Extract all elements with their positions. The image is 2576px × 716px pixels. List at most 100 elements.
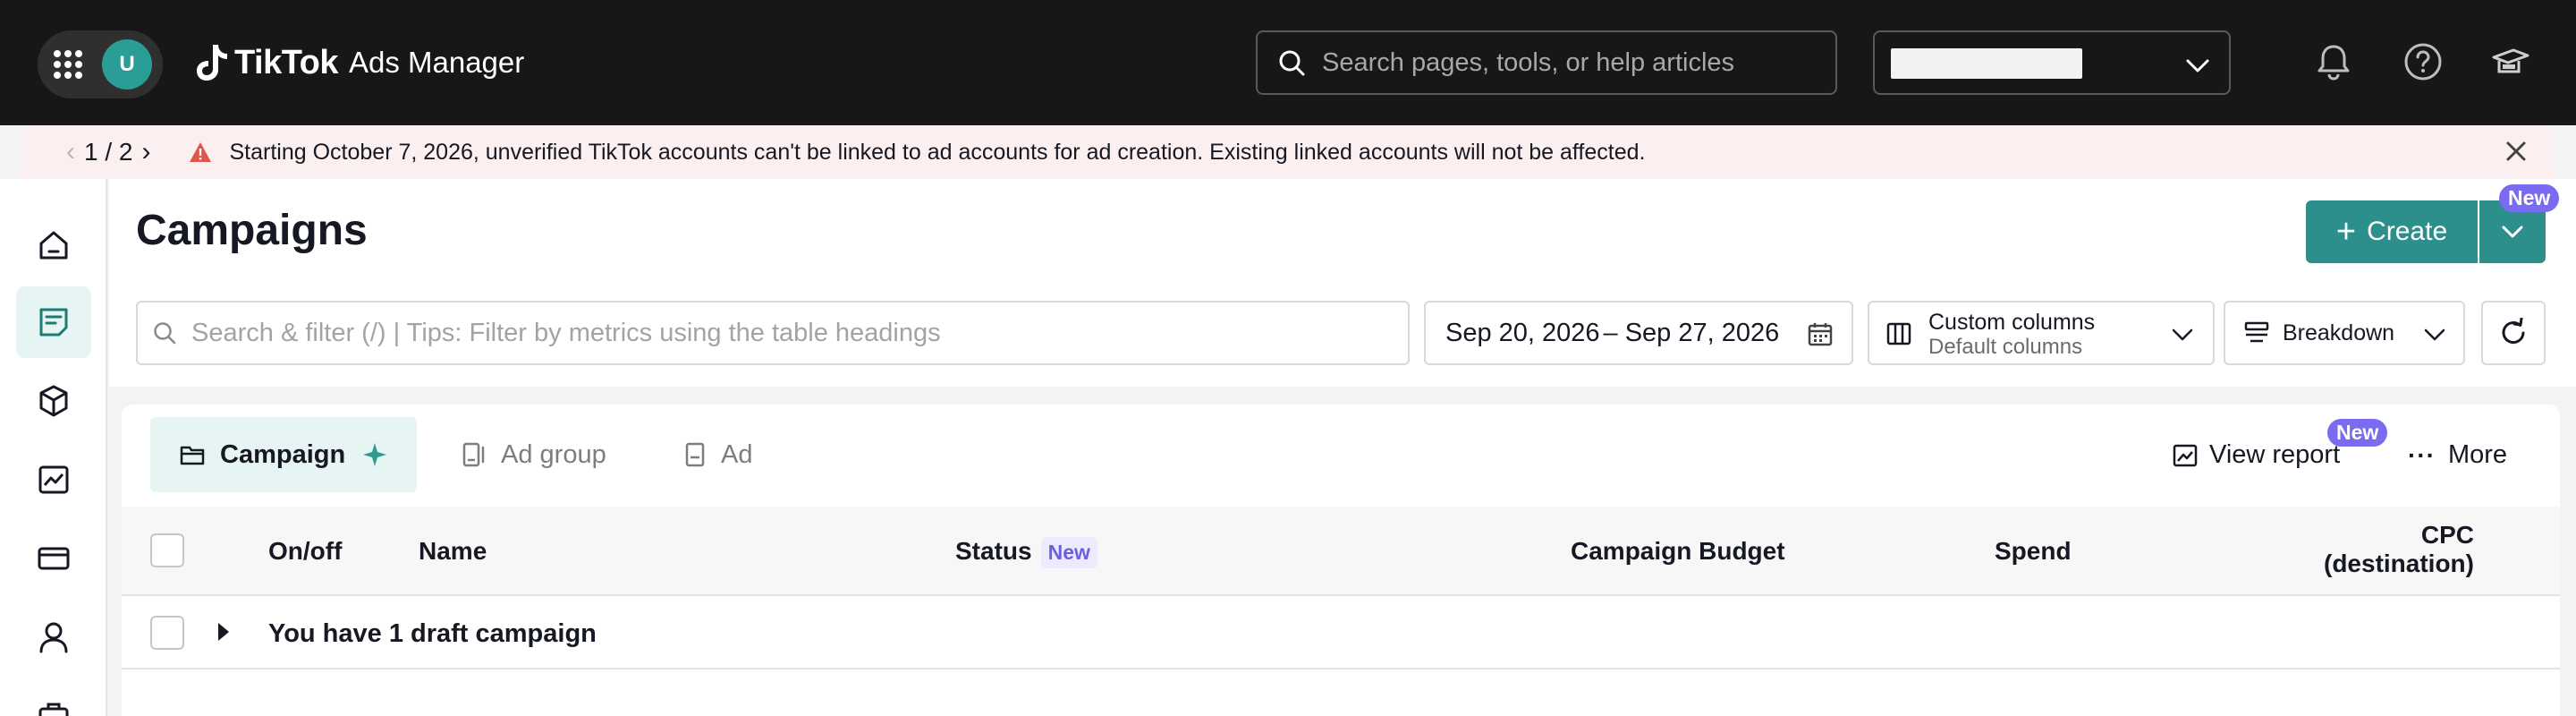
more-label: More [2447, 440, 2508, 469]
credit-card-icon [38, 547, 70, 570]
column-name[interactable]: Name [419, 537, 487, 566]
date-range-picker[interactable]: Sep 20, 2026 – Sep 27, 2026 [1424, 301, 1853, 365]
sidebar-item-account[interactable] [16, 601, 91, 673]
campaign-table-card: Campaign Ad group Ad View report New ···… [122, 405, 2560, 716]
sidebar-item-billing[interactable] [16, 523, 91, 594]
warning-icon [190, 142, 212, 162]
top-navigation-bar: U TikTok Ads Manager Search pages, tools… [0, 0, 2576, 125]
chevron-down-icon [2186, 59, 2209, 72]
tab-ad-group-label: Ad group [501, 439, 606, 469]
column-cpc-destination[interactable]: CPC (destination) [2206, 521, 2474, 578]
bell-icon[interactable] [2313, 41, 2354, 82]
column-onoff[interactable]: On/off [268, 537, 342, 566]
ad-account-selector[interactable] [1873, 30, 2231, 95]
banner-message: Starting October 7, 2026, unverified Tik… [229, 139, 1646, 165]
new-badge: New [2499, 184, 2560, 212]
chevron-down-icon [2502, 226, 2523, 238]
column-cpc-line2: (destination) [2324, 550, 2474, 577]
close-icon[interactable] [2504, 140, 2528, 163]
report-icon [38, 465, 69, 494]
brand-name: TikTok [234, 43, 338, 81]
folder-icon [180, 446, 205, 465]
search-icon [154, 322, 176, 345]
draft-campaign-text: You have 1 draft campaign [268, 619, 597, 648]
help-icon[interactable] [2402, 41, 2444, 82]
banner-pager: ‹ 1 / 2 › [57, 137, 159, 167]
user-icon [39, 622, 68, 653]
left-sidebar [0, 179, 107, 716]
campaign-icon [39, 308, 68, 337]
sidebar-item-campaigns[interactable] [16, 286, 91, 358]
chevron-down-icon [2172, 328, 2193, 341]
search-filter-placeholder: Search & filter (/) | Tips: Filter by me… [191, 318, 941, 347]
calendar-icon [1808, 323, 1833, 346]
sparkle-icon [363, 443, 387, 466]
row-checkbox[interactable] [150, 616, 184, 650]
view-report-label: View report [2209, 440, 2341, 469]
select-all-checkbox[interactable] [150, 533, 184, 567]
custom-columns-value: Default columns [1928, 335, 2083, 359]
product-name: Ads Manager [348, 46, 525, 79]
expand-caret-icon[interactable] [218, 623, 229, 641]
create-button-label: Create [2367, 217, 2448, 246]
column-cpc-line1: CPC [2420, 521, 2474, 549]
ad-group-icon [462, 442, 485, 467]
banner-page-indicator: 1 / 2 [84, 138, 133, 166]
more-button[interactable]: ··· More [2408, 440, 2507, 470]
breakdown-icon [2244, 321, 2269, 343]
plus-icon: + [2335, 212, 2357, 251]
briefcase-icon [38, 703, 69, 716]
more-dots-icon: ··· [2408, 440, 2436, 469]
tab-ad-group[interactable]: Ad group [462, 417, 606, 492]
chevron-down-icon [2424, 328, 2445, 341]
global-search-input[interactable]: Search pages, tools, or help articles [1256, 30, 1837, 95]
tab-campaign-label: Campaign [220, 439, 346, 469]
refresh-icon [2502, 318, 2525, 345]
tiktok-ads-manager-logo[interactable]: TikTok Ads Manager [195, 39, 524, 86]
date-separator: – [1603, 318, 1618, 347]
tiktok-note-icon [197, 45, 227, 81]
cube-icon [39, 385, 68, 417]
redacted-account-name [1891, 48, 2082, 79]
columns-icon [1886, 322, 1911, 345]
breakdown-dropdown[interactable]: Breakdown [2224, 301, 2465, 365]
breakdown-label: Breakdown [2283, 320, 2395, 345]
date-start: Sep 20, 2026 [1445, 318, 1600, 347]
sidebar-item-tools[interactable] [16, 680, 91, 716]
sidebar-item-reporting[interactable] [16, 444, 91, 516]
academy-icon[interactable] [2490, 41, 2531, 82]
create-button[interactable]: + Create [2306, 200, 2478, 263]
search-icon [1279, 50, 1305, 76]
column-spend[interactable]: Spend [1995, 537, 2072, 566]
sidebar-item-assets[interactable] [16, 365, 91, 437]
next-arrow-icon[interactable]: › [141, 137, 150, 167]
tab-ad-label: Ad [721, 439, 753, 469]
column-status-label: Status [955, 537, 1032, 565]
column-status[interactable]: Status New [955, 537, 1097, 569]
sidebar-item-home[interactable] [16, 209, 91, 281]
view-report-new-badge: New [2327, 419, 2388, 447]
report-icon [2173, 444, 2198, 466]
status-new-badge: New [1040, 537, 1097, 569]
tab-campaign[interactable]: Campaign [150, 417, 417, 492]
custom-columns-label: Custom columns [1928, 310, 2096, 335]
custom-columns-dropdown[interactable]: Custom columns Default columns [1868, 301, 2215, 365]
avatar[interactable]: U [102, 39, 152, 90]
date-end: Sep 27, 2026 [1624, 318, 1780, 347]
table-header: On/off Name Status New Campaign Budget Sp… [122, 507, 2560, 596]
table-row[interactable]: You have 1 draft campaign [122, 596, 2560, 669]
tab-ad[interactable]: Ad [683, 417, 752, 492]
refresh-button[interactable] [2481, 301, 2546, 365]
view-report-button[interactable]: View report [2172, 440, 2340, 470]
page-title: Campaigns [136, 207, 368, 254]
campaigns-header: Campaigns + Create New Search & filter (… [109, 179, 2576, 387]
home-icon [39, 231, 68, 260]
global-search-placeholder: Search pages, tools, or help articles [1322, 47, 1735, 77]
ad-icon [685, 442, 705, 467]
announcement-banner: ‹ 1 / 2 › Starting October 7, 2026, unve… [21, 125, 2555, 179]
column-campaign-budget[interactable]: Campaign Budget [1571, 537, 1785, 566]
prev-arrow-icon[interactable]: ‹ [66, 137, 75, 167]
search-filter-input[interactable]: Search & filter (/) | Tips: Filter by me… [136, 301, 1410, 365]
apps-and-account-pill[interactable]: U [38, 30, 163, 98]
apps-grid-icon[interactable] [54, 50, 82, 79]
